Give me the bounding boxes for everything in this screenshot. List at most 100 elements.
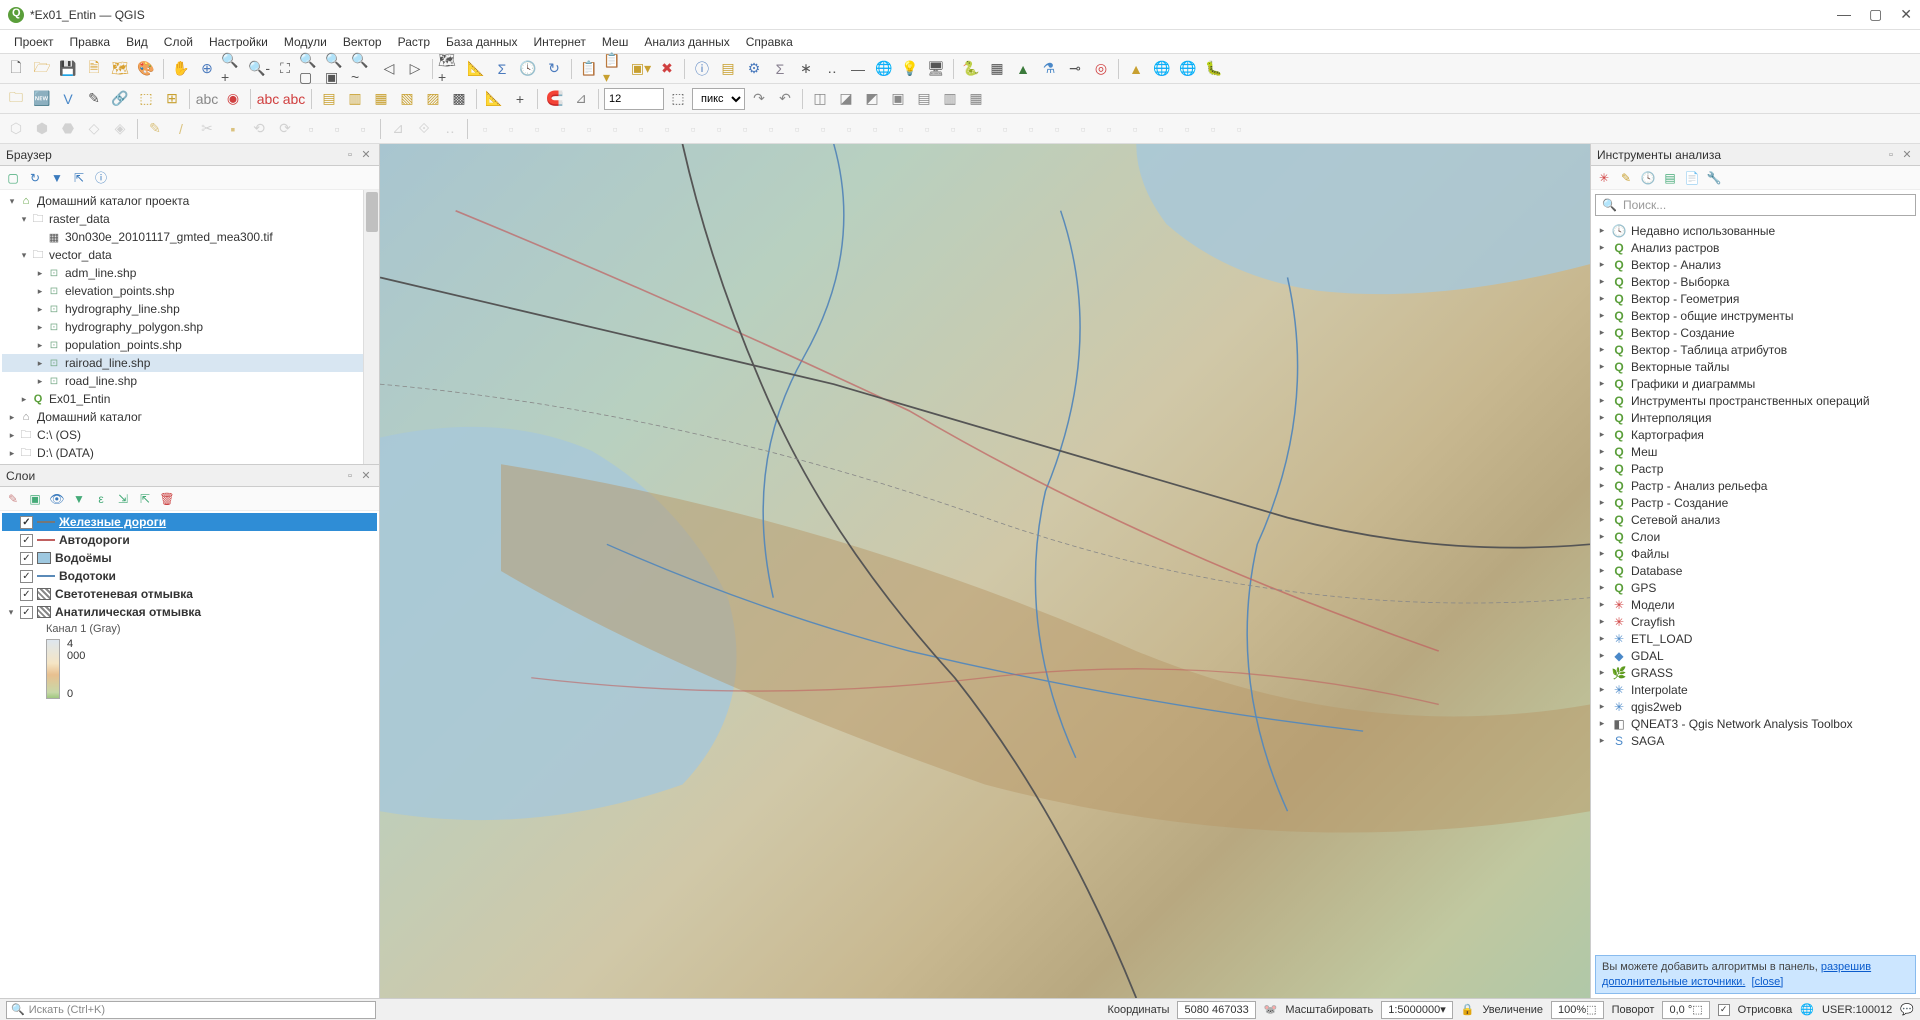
python-icon[interactable]: 🐍: [959, 57, 983, 81]
shape6-icon[interactable]: ▥: [938, 87, 962, 111]
geom2-icon[interactable]: ⬢: [30, 117, 54, 141]
link-icon[interactable]: 🔗: [108, 87, 132, 111]
processing-group[interactable]: ▸QВектор - Создание: [1593, 324, 1918, 341]
shape7-icon[interactable]: ▦: [964, 87, 988, 111]
processing-group[interactable]: ▸QРастр: [1593, 460, 1918, 477]
folder-raster[interactable]: raster_data: [49, 212, 110, 226]
vector-file-item[interactable]: ▸⊡population_points.shp: [2, 336, 377, 354]
toolbox-icon[interactable]: ∗: [794, 57, 818, 81]
tool2-icon[interactable]: —: [846, 57, 870, 81]
close-button[interactable]: ✕: [1900, 6, 1912, 23]
layer-visibility-checkbox[interactable]: ✓: [20, 516, 33, 529]
web-icon[interactable]: 🌐: [872, 57, 896, 81]
shape-tool-0-icon[interactable]: ▫: [473, 117, 497, 141]
scripts-icon[interactable]: ✎: [1617, 169, 1635, 187]
shape-tool-15-icon[interactable]: ▫: [863, 117, 887, 141]
shape-tool-29-icon[interactable]: ▫: [1227, 117, 1251, 141]
tool-icon[interactable]: ‥: [820, 57, 844, 81]
raster-file[interactable]: 30n030e_20101117_gmted_mea300.tif: [65, 230, 273, 244]
new-vector-icon[interactable]: 🆕: [30, 87, 54, 111]
adv-digitize-icon[interactable]: 📐: [482, 87, 506, 111]
processing-group[interactable]: ▸✳Crayfish: [1593, 613, 1918, 630]
shape-tool-7-icon[interactable]: ▫: [655, 117, 679, 141]
processing-group[interactable]: ▸QАнализ растров: [1593, 239, 1918, 256]
adv1-icon[interactable]: ⊿: [386, 117, 410, 141]
shape2-icon[interactable]: ◪: [834, 87, 858, 111]
menu-справка[interactable]: Справка: [740, 33, 799, 51]
undock-icon[interactable]: ▫: [343, 148, 357, 162]
filter-icon[interactable]: ▼: [48, 169, 66, 187]
zoom-selection-icon[interactable]: 🔍▢: [299, 57, 323, 81]
topo4-icon[interactable]: ▧: [395, 87, 419, 111]
menu-интернет[interactable]: Интернет: [528, 33, 592, 51]
new-map-icon[interactable]: 🗺+: [438, 57, 462, 81]
processing-tree[interactable]: ▸🕓Недавно использованные▸QАнализ растров…: [1591, 220, 1920, 951]
digi1-icon[interactable]: ▫: [299, 117, 323, 141]
menu-слой[interactable]: Слой: [158, 33, 199, 51]
menu-вектор[interactable]: Вектор: [337, 33, 388, 51]
diagram-icon[interactable]: ◉: [221, 87, 245, 111]
identify-icon[interactable]: ⓘ: [690, 57, 714, 81]
refresh-icon[interactable]: ↻: [26, 169, 44, 187]
layer-visibility-checkbox[interactable]: ✓: [20, 570, 33, 583]
shape-tool-18-icon[interactable]: ▫: [941, 117, 965, 141]
shape-tool-16-icon[interactable]: ▫: [889, 117, 913, 141]
close-panel-icon[interactable]: ✕: [359, 148, 373, 162]
processing-group[interactable]: ▸QВектор - Геометрия: [1593, 290, 1918, 307]
shape-tool-9-icon[interactable]: ▫: [707, 117, 731, 141]
add-group-icon[interactable]: ▣: [26, 490, 44, 508]
edit-icon[interactable]: ✎: [82, 87, 106, 111]
shape-tool-5-icon[interactable]: ▫: [603, 117, 627, 141]
layer-visibility-checkbox[interactable]: ✓: [20, 534, 33, 547]
cut-icon[interactable]: ✂: [195, 117, 219, 141]
manage-visibility-icon[interactable]: 👁: [48, 490, 66, 508]
refresh-icon[interactable]: ↻: [542, 57, 566, 81]
plugin2-icon[interactable]: ▲: [1011, 57, 1035, 81]
menu-база данных[interactable]: База данных: [440, 33, 523, 51]
layer-row[interactable]: ✓Светотеневая отмывка: [2, 585, 377, 603]
extent-icon[interactable]: 🐭: [1264, 1003, 1278, 1016]
processing-group[interactable]: ▸QСетевой анализ: [1593, 511, 1918, 528]
processing-group[interactable]: ▸QВектор - Таблица атрибутов: [1593, 341, 1918, 358]
unit-select[interactable]: пикс: [692, 88, 745, 110]
plugin9-icon[interactable]: 🐛: [1202, 57, 1226, 81]
vector-file-item[interactable]: ▸⊡hydrography_polygon.shp: [2, 318, 377, 336]
messages-icon[interactable]: 💬: [1900, 1003, 1914, 1016]
shape-tool-4-icon[interactable]: ▫: [577, 117, 601, 141]
processing-group[interactable]: ▸QВектор - Выборка: [1593, 273, 1918, 290]
select-features-icon[interactable]: ▣▾: [629, 57, 653, 81]
geom4-icon[interactable]: ◇: [82, 117, 106, 141]
geom1-icon[interactable]: ⬡: [4, 117, 28, 141]
pan-to-selection-icon[interactable]: ⊕: [195, 57, 219, 81]
vector-icon[interactable]: V: [56, 87, 80, 111]
scale-field[interactable]: 1:5000000 ▾: [1381, 1001, 1453, 1019]
adv3-icon[interactable]: ‥: [438, 117, 462, 141]
style-icon[interactable]: ✎: [4, 490, 22, 508]
tracing-icon[interactable]: ⊿: [569, 87, 593, 111]
open-icon[interactable]: 🗁: [30, 57, 54, 81]
layer-row[interactable]: ✓Железные дороги: [2, 513, 377, 531]
shape4-icon[interactable]: ▣: [886, 87, 910, 111]
zoom-native-icon[interactable]: 🔍~: [351, 57, 375, 81]
maximize-button[interactable]: ▢: [1869, 6, 1882, 23]
topo2-icon[interactable]: ▥: [343, 87, 367, 111]
clipboard-icon[interactable]: 📋: [577, 57, 601, 81]
drive-item[interactable]: ▸🗀D:\ (DATA): [2, 444, 377, 462]
undo-icon[interactable]: ⟲: [247, 117, 271, 141]
processing-group[interactable]: ▸QКартография: [1593, 426, 1918, 443]
label2-icon[interactable]: abc: [256, 87, 280, 111]
shape-tool-8-icon[interactable]: ▫: [681, 117, 705, 141]
topo1-icon[interactable]: ▤: [317, 87, 341, 111]
crs-icon[interactable]: 🌐: [1800, 1003, 1814, 1016]
layer-visibility-checkbox[interactable]: ✓: [20, 552, 33, 565]
menu-вид[interactable]: Вид: [120, 33, 154, 51]
processing-group[interactable]: ▸✳Interpolate: [1593, 681, 1918, 698]
processing-group[interactable]: ▸✳ETL_LOAD: [1593, 630, 1918, 647]
coord-field[interactable]: 5080 467033: [1177, 1001, 1255, 1019]
lock-icon[interactable]: 🔒: [1461, 1003, 1475, 1016]
pan-icon[interactable]: ✋: [169, 57, 193, 81]
paste-features-icon[interactable]: 📋▾: [603, 57, 627, 81]
processing-group[interactable]: ▸QИнструменты пространственных операций: [1593, 392, 1918, 409]
shape-tool-13-icon[interactable]: ▫: [811, 117, 835, 141]
shape-tool-25-icon[interactable]: ▫: [1123, 117, 1147, 141]
